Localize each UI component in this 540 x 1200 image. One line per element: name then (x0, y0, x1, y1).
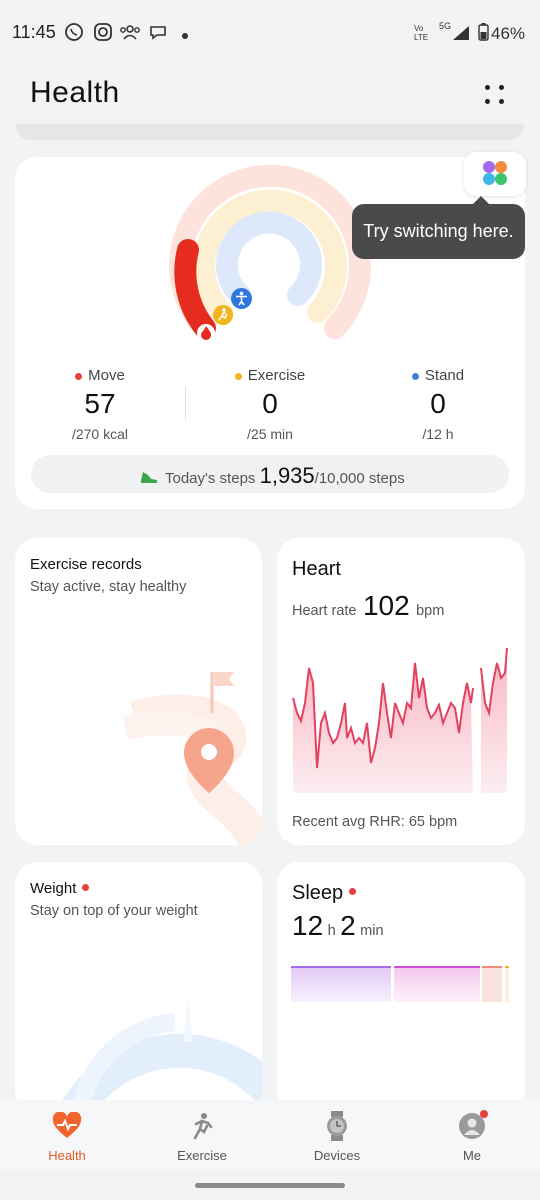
running-icon (152, 1110, 252, 1142)
whatsapp-icon (64, 22, 84, 47)
heart-rate-value: 102 (362, 590, 410, 621)
steps-summary[interactable]: Today's steps 1,935/10,000 steps (31, 455, 509, 493)
sleep-notification-dot (349, 888, 357, 896)
steps-prefix: Today's steps (165, 470, 256, 487)
stat-divider (185, 386, 186, 420)
sleep-hours-unit: h (327, 923, 336, 939)
status-bar: 11:45 Vo LTE 5G 46% (0, 0, 540, 66)
status-time: 11:45 (12, 22, 56, 42)
more-options-button[interactable] (482, 82, 508, 108)
stand-label: Stand (424, 367, 465, 384)
scale-gauge-icon (55, 997, 262, 1112)
steps-value: 1,935 (259, 463, 315, 488)
profile-icon (422, 1110, 522, 1142)
nav-health[interactable]: Health (17, 1110, 117, 1163)
chat-icon (148, 22, 168, 47)
move-value: 57 (84, 388, 116, 419)
heart-rate-label: Heart rate (292, 603, 357, 619)
exercise-stat: Exercise 0 /25 min (210, 367, 330, 442)
weight-title-row: Weight (30, 880, 90, 897)
page-title: Health (30, 76, 120, 109)
weight-notification-dot (82, 883, 90, 891)
move-dot (75, 372, 83, 380)
weight-card[interactable]: Weight Stay on top of your weight (15, 862, 262, 1112)
exercise-value: 0 (262, 388, 278, 419)
exercise-records-title: Exercise records (30, 556, 142, 573)
heart-rhr-footer: Recent avg RHR: 65 bpm (292, 814, 458, 830)
group-icon (119, 22, 141, 47)
move-stat: Move 57 /270 kcal (40, 367, 160, 442)
nav-exercise-label: Exercise (177, 1148, 227, 1163)
heart-rate-chart (292, 647, 508, 793)
nav-exercise[interactable]: Exercise (152, 1110, 252, 1163)
weight-subtitle: Stay on top of your weight (30, 903, 198, 919)
stand-dot (411, 372, 419, 380)
nav-health-label: Health (48, 1148, 86, 1163)
heart-pulse-icon (17, 1110, 117, 1142)
nav-devices-label: Devices (313, 1148, 361, 1163)
home-indicator[interactable] (195, 1183, 345, 1188)
exercise-records-subtitle: Stay active, stay healthy (30, 579, 187, 595)
exercise-records-card[interactable]: Exercise records Stay active, stay healt… (15, 538, 262, 845)
nav-devices[interactable]: Devices (287, 1110, 387, 1163)
heart-rate-row: Heart rate 102 bpm (292, 590, 444, 622)
more-notifications-dot (181, 27, 189, 45)
signal-icon (452, 25, 470, 46)
heart-card[interactable]: Heart Heart rate 102 bpm Recent avg RHR:… (277, 538, 525, 845)
sleep-minutes: 2 (340, 910, 356, 941)
weight-title: Weight (30, 880, 77, 897)
watch-icon (287, 1110, 387, 1142)
battery-icon (478, 23, 489, 46)
move-goal: /270 kcal (71, 426, 129, 442)
sleep-minutes-unit: min (360, 923, 384, 939)
sleep-title-row: Sleep (292, 882, 357, 905)
stand-goal: /12 h (422, 426, 454, 442)
nav-me-label: Me (462, 1148, 482, 1163)
bottom-navigation: Health Exercise Devices Me (0, 1100, 540, 1170)
nav-me[interactable]: Me (422, 1110, 522, 1163)
shoe-icon (139, 469, 159, 489)
steps-goal: /10,000 steps (314, 470, 405, 487)
stand-person-icon (231, 288, 252, 314)
exercise-runner-icon (213, 305, 233, 330)
sleep-duration: 12 h 2 min (292, 910, 384, 942)
clover-icon (483, 161, 507, 185)
stand-value: 0 (430, 388, 446, 419)
heart-title: Heart (292, 558, 341, 580)
sleep-hours: 12 (292, 910, 324, 941)
exercise-goal: /25 min (247, 426, 293, 442)
battery-percent: 46% (491, 24, 526, 43)
move-label: Move (88, 367, 125, 384)
activity-rings (169, 164, 371, 339)
previous-card-edge (16, 124, 524, 140)
exercise-label: Exercise (247, 367, 306, 384)
me-notification-dot (480, 1110, 488, 1118)
volte-indicator: Vo LTE (414, 24, 429, 42)
switch-tooltip: Try switching here. (352, 196, 525, 259)
switch-view-button[interactable] (464, 152, 526, 196)
exercise-dot (234, 372, 242, 380)
instagram-icon (93, 22, 113, 47)
sleep-card[interactable]: Sleep 12 h 2 min (277, 862, 525, 1112)
sleep-title: Sleep (292, 882, 344, 904)
route-map-icon (122, 672, 262, 845)
heart-rate-unit: bpm (416, 603, 445, 619)
network-type: 5G (439, 21, 452, 31)
sleep-stage-chart (291, 966, 509, 1002)
stand-stat: Stand 0 /12 h (378, 367, 498, 442)
